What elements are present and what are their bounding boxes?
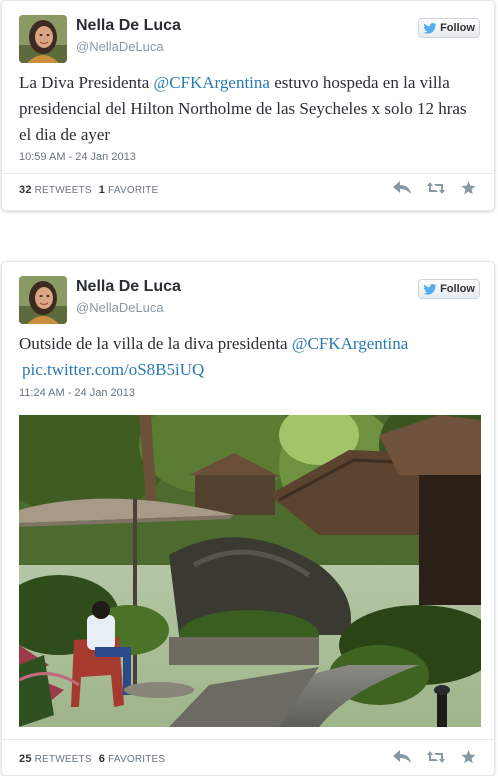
follow-button[interactable]: Follow bbox=[418, 18, 480, 38]
twitter-bird-icon bbox=[423, 283, 437, 295]
favorites-label[interactable]: FAVORITE bbox=[108, 185, 158, 196]
follow-button[interactable]: Follow bbox=[418, 279, 480, 299]
star-icon[interactable] bbox=[461, 181, 476, 195]
follow-label: Follow bbox=[440, 22, 475, 34]
star-icon[interactable] bbox=[461, 750, 476, 764]
tweet-photo[interactable] bbox=[19, 415, 481, 727]
retweets-count[interactable]: 25 bbox=[19, 753, 32, 765]
user-handle[interactable]: @NellaDeLuca bbox=[76, 300, 164, 315]
mention-link[interactable]: @CFKArgentina bbox=[154, 73, 270, 92]
tweet-text-start: La Diva Presidenta bbox=[19, 73, 154, 92]
tweet-timestamp[interactable]: 10:59 AM - 24 Jan 2013 bbox=[19, 151, 136, 163]
tweet-stats: 32 RETWEETS 1 FAVORITE bbox=[19, 184, 158, 196]
follow-label: Follow bbox=[440, 283, 475, 295]
retweet-icon[interactable] bbox=[427, 750, 445, 764]
tweet-card: Nella De Luca @NellaDeLuca Follow Outsid… bbox=[1, 261, 495, 776]
tweet-actions bbox=[393, 750, 476, 764]
divider bbox=[2, 739, 494, 740]
retweets-label[interactable]: RETWEETS bbox=[35, 754, 92, 765]
tweet-actions bbox=[393, 181, 476, 195]
tweet-text-start: Outside de la villa de la diva president… bbox=[19, 334, 292, 353]
avatar[interactable] bbox=[19, 15, 67, 63]
retweets-label[interactable]: RETWEETS bbox=[35, 185, 92, 196]
tweet-timestamp[interactable]: 11:24 AM - 24 Jan 2013 bbox=[19, 387, 135, 399]
tweet-text: Outside de la villa de la diva president… bbox=[19, 331, 481, 383]
tweet-card: Nella De Luca @NellaDeLuca Follow La Div… bbox=[1, 0, 495, 211]
media-link[interactable]: pic.twitter.com/oS8B5iUQ bbox=[22, 360, 204, 379]
twitter-bird-icon bbox=[423, 22, 437, 34]
favorites-label[interactable]: FAVORITES bbox=[108, 754, 165, 765]
retweet-icon[interactable] bbox=[427, 181, 445, 195]
user-handle[interactable]: @NellaDeLuca bbox=[76, 39, 164, 54]
retweets-count[interactable]: 32 bbox=[19, 184, 32, 196]
favorites-count[interactable]: 1 bbox=[99, 184, 105, 196]
tweet-text: La Diva Presidenta @CFKArgentina estuvo … bbox=[19, 70, 481, 148]
avatar[interactable] bbox=[19, 276, 67, 324]
mention-link[interactable]: @CFKArgentina bbox=[292, 334, 408, 353]
villa-garden-photo bbox=[19, 415, 481, 727]
tweet-stats: 25 RETWEETS 6 FAVORITES bbox=[19, 753, 165, 765]
reply-icon[interactable] bbox=[393, 750, 411, 764]
user-name[interactable]: Nella De Luca bbox=[76, 278, 181, 296]
user-name[interactable]: Nella De Luca bbox=[76, 17, 181, 35]
divider bbox=[2, 173, 494, 174]
favorites-count[interactable]: 6 bbox=[99, 753, 105, 765]
reply-icon[interactable] bbox=[393, 181, 411, 195]
